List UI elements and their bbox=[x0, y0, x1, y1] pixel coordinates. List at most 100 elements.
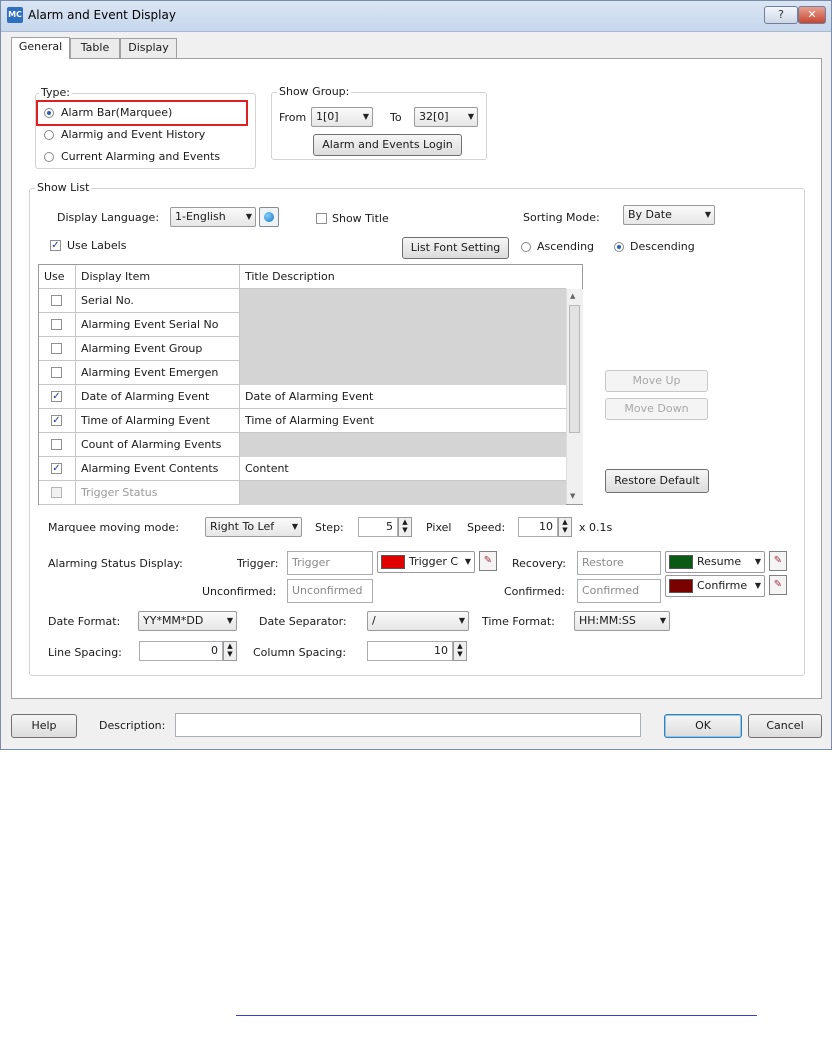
column-header-use[interactable]: Use bbox=[39, 265, 76, 289]
trigger-text-input[interactable]: Trigger bbox=[287, 551, 373, 575]
window-title: Alarm and Event Display bbox=[28, 8, 176, 22]
confirmed-color-picker-icon[interactable]: ✎ bbox=[769, 575, 787, 595]
table-row[interactable]: Count of Alarming Events bbox=[39, 433, 566, 457]
tab-display[interactable]: Display bbox=[120, 38, 177, 58]
line-spacing-input[interactable]: 0 bbox=[139, 641, 223, 661]
column-header-title-description[interactable]: Title Description bbox=[240, 265, 566, 289]
line-spacing-spinner[interactable]: ▲ ▼ bbox=[223, 641, 237, 661]
list-font-setting-button[interactable]: List Font Setting bbox=[402, 237, 509, 259]
show-group-label: Show Group: bbox=[277, 85, 352, 98]
alarm-events-login-button[interactable]: Alarm and Events Login bbox=[313, 134, 462, 156]
scroll-up-icon[interactable]: ▲ bbox=[570, 292, 575, 300]
use-checkbox[interactable]: ✓ bbox=[51, 463, 62, 474]
ascending-radio[interactable] bbox=[521, 242, 531, 252]
time-format-value: HH:MM:SS bbox=[579, 614, 636, 627]
help-title-button[interactable]: ? bbox=[764, 6, 798, 24]
language-globe-button[interactable] bbox=[259, 207, 279, 227]
step-spinner[interactable]: ▲ ▼ bbox=[398, 517, 412, 537]
recovery-color-swatch bbox=[669, 555, 693, 569]
chevron-down-icon: ▼ bbox=[464, 557, 471, 566]
display-language-select[interactable]: 1-English ▼ bbox=[170, 207, 256, 227]
scrollbar-thumb[interactable] bbox=[569, 305, 580, 433]
column-spacing-spinner[interactable]: ▲ ▼ bbox=[453, 641, 467, 661]
use-cell bbox=[39, 481, 76, 505]
cancel-button[interactable]: Cancel bbox=[748, 714, 822, 738]
tab-general[interactable]: General bbox=[11, 37, 70, 59]
radio-event-history-label: Alarmig and Event History bbox=[61, 128, 206, 141]
time-format-select[interactable]: HH:MM:SS ▼ bbox=[574, 611, 670, 631]
close-button[interactable]: ✕ bbox=[798, 6, 826, 24]
chevron-down-icon: ▼ bbox=[467, 112, 474, 121]
chevron-down-icon: ▼ bbox=[704, 210, 711, 219]
speed-label: Speed: bbox=[467, 521, 506, 534]
column-spacing-input[interactable]: 10 bbox=[367, 641, 453, 661]
marquee-mode-select[interactable]: Right To Lef ▼ bbox=[205, 517, 302, 537]
display-item-cell: Date of Alarming Event bbox=[76, 385, 240, 409]
tab-table[interactable]: Table bbox=[70, 38, 120, 58]
trigger-color-select[interactable]: Trigger C ▼ bbox=[377, 551, 475, 573]
date-separator-select[interactable]: / ▼ bbox=[367, 611, 469, 631]
date-separator-label: Date Separator: bbox=[259, 615, 347, 628]
radio-alarm-bar[interactable] bbox=[44, 108, 54, 118]
use-checkbox[interactable]: ✓ bbox=[51, 391, 62, 402]
use-checkbox[interactable]: ✓ bbox=[51, 415, 62, 426]
move-down-button[interactable]: Move Down bbox=[605, 398, 708, 420]
use-checkbox[interactable] bbox=[51, 487, 62, 498]
chevron-down-icon: ▼ bbox=[458, 616, 465, 625]
trigger-color-picker-icon[interactable]: ✎ bbox=[479, 551, 497, 571]
ok-button[interactable]: OK bbox=[664, 714, 742, 738]
title-bar[interactable]: MC Alarm and Event Display ? ✕ bbox=[1, 1, 831, 32]
use-checkbox[interactable] bbox=[51, 343, 62, 354]
show-title-checkbox[interactable] bbox=[316, 213, 327, 224]
confirmed-text-input[interactable]: Confirmed bbox=[577, 579, 661, 603]
radio-current-alarming[interactable] bbox=[44, 152, 54, 162]
descending-radio[interactable] bbox=[614, 242, 624, 252]
use-cell bbox=[39, 313, 76, 337]
use-checkbox[interactable] bbox=[51, 439, 62, 450]
title-description-cell[interactable]: Date of Alarming Event bbox=[240, 385, 566, 409]
title-description-cell bbox=[240, 289, 566, 313]
recovery-color-picker-icon[interactable]: ✎ bbox=[769, 551, 787, 571]
speed-input[interactable]: 10 bbox=[518, 517, 558, 537]
table-row[interactable]: Alarming Event Group bbox=[39, 337, 566, 361]
step-input[interactable]: 5 bbox=[358, 517, 398, 537]
table-row[interactable]: Alarming Event Emergen bbox=[39, 361, 566, 385]
confirmed-label: Confirmed: bbox=[504, 585, 565, 598]
recovery-color-select[interactable]: Resume ▼ bbox=[665, 551, 765, 573]
table-row[interactable]: Alarming Event Serial No bbox=[39, 313, 566, 337]
use-checkbox[interactable] bbox=[51, 295, 62, 306]
restore-default-button[interactable]: Restore Default bbox=[605, 469, 709, 493]
column-header-display-item[interactable]: Display Item bbox=[76, 265, 240, 289]
sorting-mode-label: Sorting Mode: bbox=[523, 211, 600, 224]
recovery-text-input[interactable]: Restore bbox=[577, 551, 661, 575]
table-row[interactable]: Serial No. bbox=[39, 289, 566, 313]
from-group-select[interactable]: 1[0] ▼ bbox=[311, 107, 373, 127]
sorting-mode-select[interactable]: By Date ▼ bbox=[623, 205, 715, 225]
date-separator-value: / bbox=[372, 614, 376, 627]
to-group-select[interactable]: 32[0] ▼ bbox=[414, 107, 478, 127]
table-row[interactable]: ✓ Date of Alarming Event Date of Alarming … bbox=[39, 385, 566, 409]
radio-event-history[interactable] bbox=[44, 130, 54, 140]
unconfirmed-text-input[interactable]: Unconfirmed bbox=[287, 579, 373, 603]
use-labels-checkbox[interactable]: ✓ bbox=[50, 240, 61, 251]
table-row[interactable]: ✓ Alarming Event Contents Content bbox=[39, 457, 566, 481]
scroll-down-icon[interactable]: ▼ bbox=[570, 492, 575, 500]
recovery-color-name: Resume bbox=[697, 555, 742, 568]
use-checkbox[interactable] bbox=[51, 319, 62, 330]
help-button[interactable]: Help bbox=[11, 714, 77, 738]
table-row[interactable]: ✓ Time of Alarming Event Time of Alarming … bbox=[39, 409, 566, 433]
date-format-select[interactable]: YY*MM*DD ▼ bbox=[138, 611, 237, 631]
title-description-cell bbox=[240, 361, 566, 385]
description-input[interactable] bbox=[175, 713, 641, 737]
speed-spinner[interactable]: ▲ ▼ bbox=[558, 517, 572, 537]
confirmed-color-select[interactable]: Confirme ▼ bbox=[665, 575, 765, 597]
move-up-button[interactable]: Move Up bbox=[605, 370, 708, 392]
display-item-cell: Serial No. bbox=[76, 289, 240, 313]
use-checkbox[interactable] bbox=[51, 367, 62, 378]
chevron-down-icon: ▼ bbox=[226, 616, 233, 625]
title-description-cell[interactable]: Time of Alarming Event bbox=[240, 409, 566, 433]
title-description-cell[interactable]: Content bbox=[240, 457, 566, 481]
table-scrollbar[interactable]: ▲ ▼ bbox=[566, 289, 583, 504]
chevron-down-icon: ▼ bbox=[362, 112, 369, 121]
table-row[interactable]: Trigger Status bbox=[39, 481, 566, 505]
